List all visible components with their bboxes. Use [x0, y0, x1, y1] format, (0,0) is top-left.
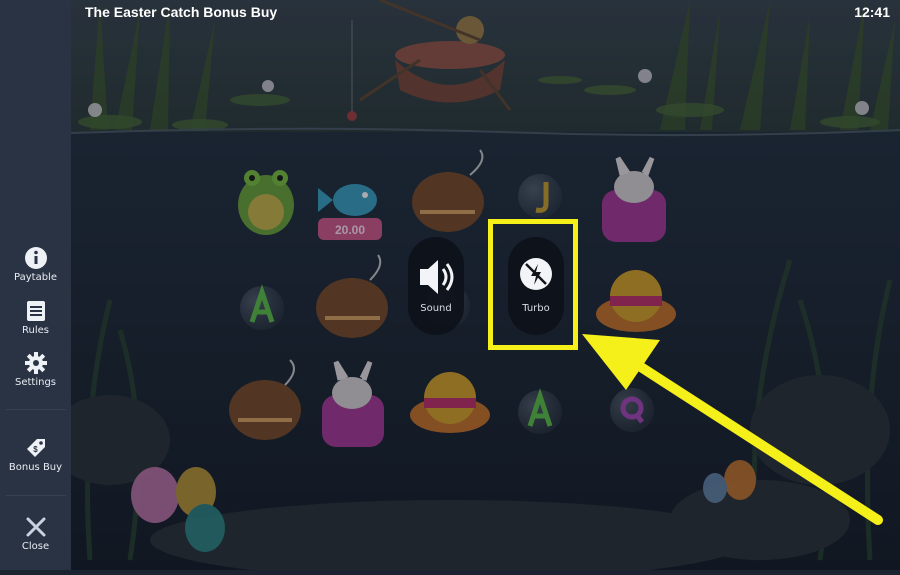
- svg-text:$: $: [33, 445, 38, 454]
- gear-icon: [24, 352, 47, 374]
- sidebar-item-label: Settings: [14, 377, 56, 388]
- sidebar-item-paytable[interactable]: Paytable: [0, 246, 71, 283]
- clock: 12:41: [854, 4, 890, 20]
- sidebar-item-label: Close: [21, 541, 50, 552]
- speaker-icon: [420, 260, 454, 294]
- bonus-tag-icon: $: [26, 439, 45, 457]
- sidebar-item-settings[interactable]: Settings: [0, 351, 71, 388]
- sound-button[interactable]: Sound: [408, 237, 464, 335]
- close-icon: [26, 517, 45, 537]
- sidebar-item-bonus-buy[interactable]: $ Bonus Buy: [0, 436, 71, 473]
- sound-label: Sound: [420, 303, 452, 314]
- sidebar: Paytable Rules Settings $ Bonus Buy Clos…: [0, 0, 71, 570]
- turbo-highlight-box: [488, 219, 578, 350]
- sidebar-item-label: Bonus Buy: [8, 462, 63, 473]
- sidebar-item-rules[interactable]: Rules: [0, 299, 71, 336]
- sidebar-item-label: Paytable: [14, 272, 57, 283]
- sidebar-divider: [6, 409, 66, 410]
- game-title: The Easter Catch Bonus Buy: [85, 4, 278, 20]
- sidebar-divider: [6, 495, 66, 496]
- sidebar-item-close[interactable]: Close: [0, 515, 71, 552]
- top-bar: The Easter Catch Bonus Buy 12:41: [0, 0, 900, 26]
- info-icon: [24, 247, 47, 269]
- list-icon: [26, 301, 45, 321]
- sidebar-item-label: Rules: [22, 325, 49, 336]
